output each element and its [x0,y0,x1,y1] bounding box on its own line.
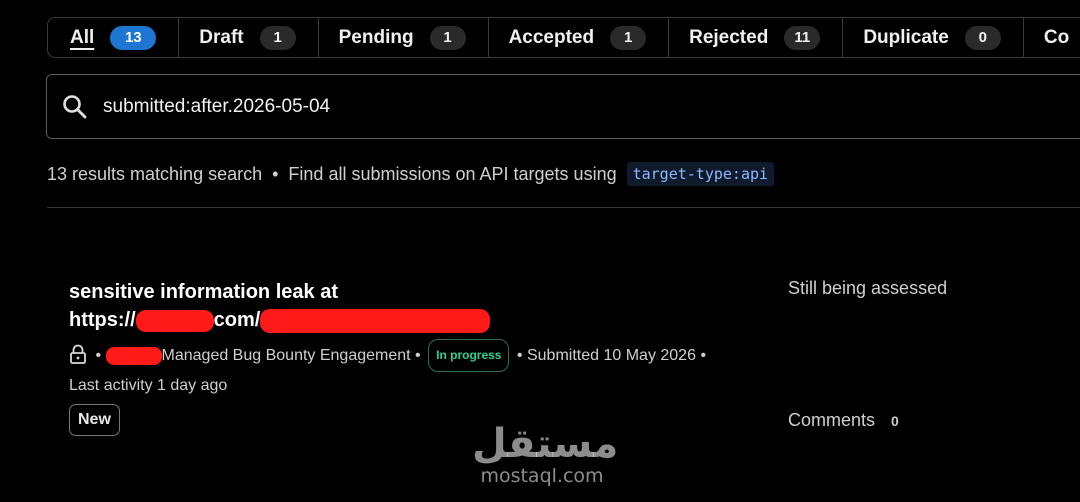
comments-label: Comments [788,410,876,430]
tab-rejected[interactable]: Rejected 11 [669,18,844,57]
new-tag: New [69,404,120,436]
tab-label: Duplicate [863,26,949,48]
search-icon [63,94,87,118]
tab-accepted[interactable]: Accepted 1 [489,18,670,57]
redaction-mark [260,308,491,333]
watermark-logo: مستقل [472,421,619,467]
watermark-text: mostaql.com [480,465,604,487]
results-count-text: 13 results matching search [47,163,263,184]
tab-co[interactable]: Co [1024,18,1080,57]
tab-label: Accepted [508,26,595,48]
tab-count-badge: 0 [964,25,1001,50]
separator-dot: • [95,347,102,364]
submission-state: Still being assessed [788,278,948,298]
separator-dot: • [272,163,279,184]
watermark: مستقل mostaql.com [472,421,619,487]
comments-count: 0 [891,412,899,429]
redaction-mark [135,309,214,332]
submission-title[interactable]: sensitive information leak at https:// co… [69,278,509,334]
program-name[interactable]: Managed Bug Bounty Engagement [162,347,411,364]
tab-label: Draft [199,26,244,48]
tab-count-badge: 1 [610,25,647,50]
tab-count-badge: 1 [259,25,296,50]
separator-dot: • [415,347,421,364]
results-summary: 13 results matching search • Find all su… [47,162,775,186]
search-input[interactable] [103,95,1003,118]
tab-draft[interactable]: Draft 1 [179,18,319,57]
last-activity: Last activity 1 day ago [69,377,228,394]
tab-count-badge: 1 [429,25,466,50]
submitted-date: Submitted 10 May 2026 [526,347,696,364]
search-hint-code[interactable]: target-type:api [626,162,775,186]
divider [47,207,1080,208]
tab-label: Rejected [689,26,769,48]
search-hint-text: Find all submissions on API targets usin… [288,163,617,184]
title-url-start: https:// [69,309,136,331]
status-tabs: All 13 Draft 1 Pending 1 Accepted 1 Reje… [47,17,1080,58]
title-url-mid: com/ [213,309,261,331]
separator-dot: • [700,347,707,364]
tab-label: All [70,26,95,48]
tab-pending[interactable]: Pending 1 [319,18,489,57]
submissions-page: All 13 Draft 1 Pending 1 Accepted 1 Reje… [0,0,1080,502]
tab-label: Pending [338,26,414,48]
tab-count-badge: 11 [784,25,821,50]
tab-label: Co [1043,26,1070,48]
tab-all[interactable]: All 13 [48,18,180,57]
status-badge: In progress [428,339,510,372]
tab-duplicate[interactable]: Duplicate 0 [843,18,1024,57]
redaction-mark [105,346,162,365]
comments-indicator[interactable]: Comments 0 [788,410,899,431]
submission-meta: • Managed Bug Bounty Engagement • In pro… [69,339,719,399]
search-box[interactable] [46,74,1080,139]
separator-dot: • [516,347,523,364]
lock-icon [70,344,86,364]
title-prefix: sensitive information leak at [69,281,338,303]
tab-count-badge: 13 [110,25,157,50]
